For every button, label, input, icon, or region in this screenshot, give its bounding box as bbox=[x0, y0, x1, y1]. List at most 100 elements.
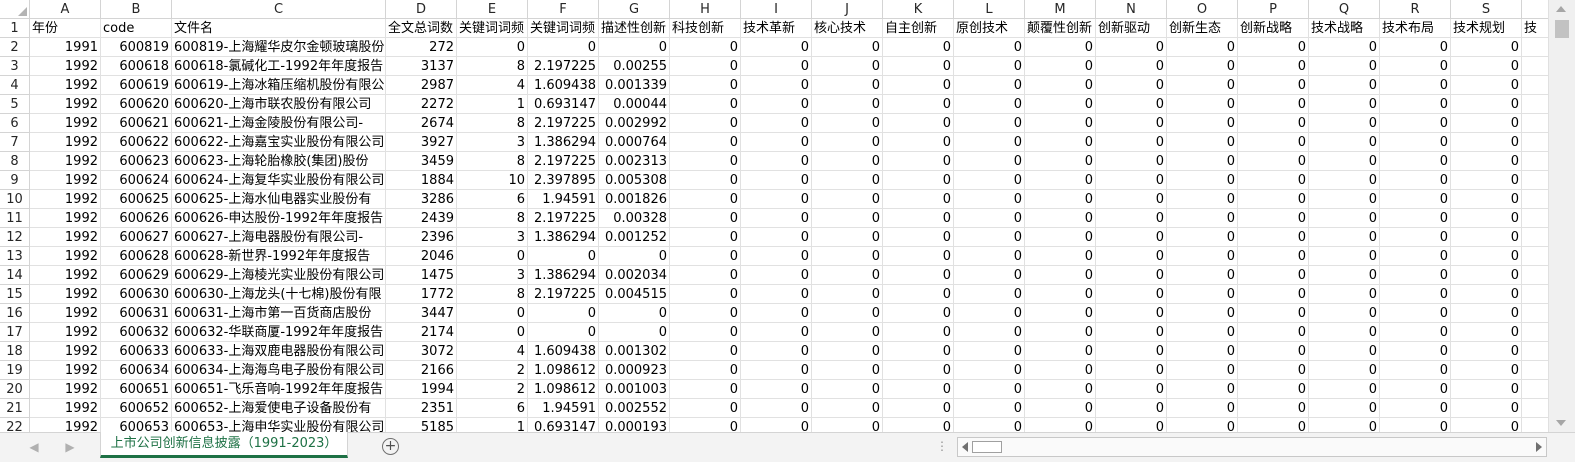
table-cell[interactable]: 0 bbox=[1025, 266, 1096, 285]
table-cell[interactable]: 0 bbox=[812, 361, 883, 380]
table-cell[interactable]: 5185 bbox=[386, 418, 457, 432]
row-header[interactable]: 8 bbox=[0, 152, 30, 171]
table-cell[interactable]: 0 bbox=[1522, 342, 1548, 361]
table-cell[interactable]: 0.693147 bbox=[528, 418, 599, 432]
select-all-corner[interactable] bbox=[0, 0, 30, 19]
column-header[interactable]: L bbox=[954, 0, 1025, 19]
table-cell[interactable]: 0 bbox=[670, 304, 741, 323]
table-cell[interactable]: 0 bbox=[1096, 38, 1167, 57]
column-header[interactable]: A bbox=[30, 0, 101, 19]
table-cell[interactable]: 2674 bbox=[386, 114, 457, 133]
table-cell[interactable]: 0 bbox=[1167, 342, 1238, 361]
table-cell[interactable]: 0 bbox=[1167, 418, 1238, 432]
table-cell[interactable]: 0 bbox=[1309, 247, 1380, 266]
header-cell[interactable]: 文件名 bbox=[172, 19, 386, 38]
table-cell[interactable]: 0 bbox=[812, 399, 883, 418]
table-cell[interactable]: 0 bbox=[1309, 342, 1380, 361]
header-cell[interactable]: 关键词词频 bbox=[457, 19, 528, 38]
table-cell[interactable]: 1992 bbox=[30, 76, 101, 95]
table-cell[interactable]: 2439 bbox=[386, 209, 457, 228]
table-cell[interactable]: 0 bbox=[457, 304, 528, 323]
table-cell[interactable]: 0 bbox=[1309, 361, 1380, 380]
table-cell[interactable]: 0.000923 bbox=[599, 361, 670, 380]
table-cell[interactable]: 0 bbox=[670, 38, 741, 57]
table-cell[interactable]: 0 bbox=[1238, 247, 1309, 266]
table-cell[interactable]: 0 bbox=[1522, 304, 1548, 323]
table-cell[interactable]: 1992 bbox=[30, 152, 101, 171]
table-cell[interactable]: 1.098612 bbox=[528, 361, 599, 380]
table-cell[interactable]: 1992 bbox=[30, 304, 101, 323]
table-cell[interactable]: 0 bbox=[1522, 133, 1548, 152]
table-cell[interactable]: 0 bbox=[1451, 171, 1522, 190]
table-cell[interactable]: 0 bbox=[741, 361, 812, 380]
table-cell[interactable]: 1992 bbox=[30, 114, 101, 133]
header-cell[interactable]: 核心技术 bbox=[812, 19, 883, 38]
table-cell[interactable]: 0 bbox=[1096, 76, 1167, 95]
table-cell[interactable]: 0 bbox=[741, 399, 812, 418]
column-header[interactable]: J bbox=[812, 0, 883, 19]
table-cell[interactable]: 0 bbox=[670, 399, 741, 418]
table-cell[interactable]: 600621-上海金陵股份有限公司- bbox=[172, 114, 386, 133]
vertical-scrollbar[interactable] bbox=[1548, 0, 1575, 432]
table-cell[interactable]: 0 bbox=[1309, 95, 1380, 114]
table-cell[interactable]: 8 bbox=[457, 152, 528, 171]
table-cell[interactable]: 0 bbox=[812, 76, 883, 95]
table-cell[interactable]: 0 bbox=[670, 114, 741, 133]
table-cell[interactable]: 0 bbox=[1451, 209, 1522, 228]
table-cell[interactable]: 1992 bbox=[30, 285, 101, 304]
table-cell[interactable]: 2.197225 bbox=[528, 285, 599, 304]
table-cell[interactable]: 0 bbox=[1380, 304, 1451, 323]
table-cell[interactable]: 0 bbox=[1025, 152, 1096, 171]
row-header[interactable]: 1 bbox=[0, 19, 30, 38]
table-cell[interactable]: 0 bbox=[1096, 247, 1167, 266]
table-cell[interactable]: 0 bbox=[1025, 399, 1096, 418]
table-cell[interactable]: 0 bbox=[883, 304, 954, 323]
row-header[interactable]: 9 bbox=[0, 171, 30, 190]
table-cell[interactable]: 0 bbox=[954, 323, 1025, 342]
table-cell[interactable]: 0 bbox=[1309, 228, 1380, 247]
table-cell[interactable]: 0 bbox=[1380, 266, 1451, 285]
table-cell[interactable]: 600819-上海耀华皮尔金顿玻璃股份 bbox=[172, 38, 386, 57]
table-cell[interactable]: 0 bbox=[457, 323, 528, 342]
table-cell[interactable]: 0 bbox=[741, 171, 812, 190]
header-cell[interactable]: 技术布局 bbox=[1380, 19, 1451, 38]
table-cell[interactable]: 0 bbox=[1451, 133, 1522, 152]
row-header[interactable]: 6 bbox=[0, 114, 30, 133]
table-cell[interactable]: 0 bbox=[1380, 399, 1451, 418]
table-cell[interactable]: 1992 bbox=[30, 209, 101, 228]
table-cell[interactable]: 0 bbox=[954, 152, 1025, 171]
header-cell[interactable]: code bbox=[101, 19, 172, 38]
column-header[interactable]: C bbox=[172, 0, 386, 19]
row-header[interactable]: 13 bbox=[0, 247, 30, 266]
column-header[interactable] bbox=[1522, 0, 1548, 19]
table-cell[interactable]: 0 bbox=[528, 38, 599, 57]
table-cell[interactable]: 0 bbox=[1167, 152, 1238, 171]
table-cell[interactable]: 0 bbox=[883, 266, 954, 285]
table-cell[interactable]: 0.001003 bbox=[599, 380, 670, 399]
table-cell[interactable]: 0 bbox=[1380, 95, 1451, 114]
table-cell[interactable]: 2.197225 bbox=[528, 114, 599, 133]
table-cell[interactable]: 0 bbox=[1096, 152, 1167, 171]
table-cell[interactable]: 8 bbox=[457, 285, 528, 304]
table-cell[interactable]: 600630 bbox=[101, 285, 172, 304]
table-cell[interactable]: 0 bbox=[1380, 380, 1451, 399]
table-cell[interactable]: 0 bbox=[1451, 342, 1522, 361]
table-cell[interactable]: 0 bbox=[883, 133, 954, 152]
table-cell[interactable]: 2 bbox=[457, 361, 528, 380]
row-header[interactable]: 20 bbox=[0, 380, 30, 399]
table-cell[interactable]: 0 bbox=[883, 152, 954, 171]
table-cell[interactable]: 2.197225 bbox=[528, 57, 599, 76]
table-cell[interactable]: 8 bbox=[457, 57, 528, 76]
table-cell[interactable]: 2396 bbox=[386, 228, 457, 247]
table-cell[interactable]: 0 bbox=[812, 304, 883, 323]
table-cell[interactable]: 0 bbox=[1238, 380, 1309, 399]
table-cell[interactable]: 0 bbox=[1309, 418, 1380, 432]
header-cell[interactable]: 颠覆性创新 bbox=[1025, 19, 1096, 38]
table-cell[interactable]: 0 bbox=[741, 209, 812, 228]
table-cell[interactable]: 0 bbox=[1451, 152, 1522, 171]
table-cell[interactable]: 0.693147 bbox=[528, 95, 599, 114]
table-cell[interactable]: 3137 bbox=[386, 57, 457, 76]
table-cell[interactable]: 8 bbox=[457, 209, 528, 228]
table-cell[interactable]: 0 bbox=[954, 133, 1025, 152]
table-cell[interactable]: 0 bbox=[1238, 342, 1309, 361]
